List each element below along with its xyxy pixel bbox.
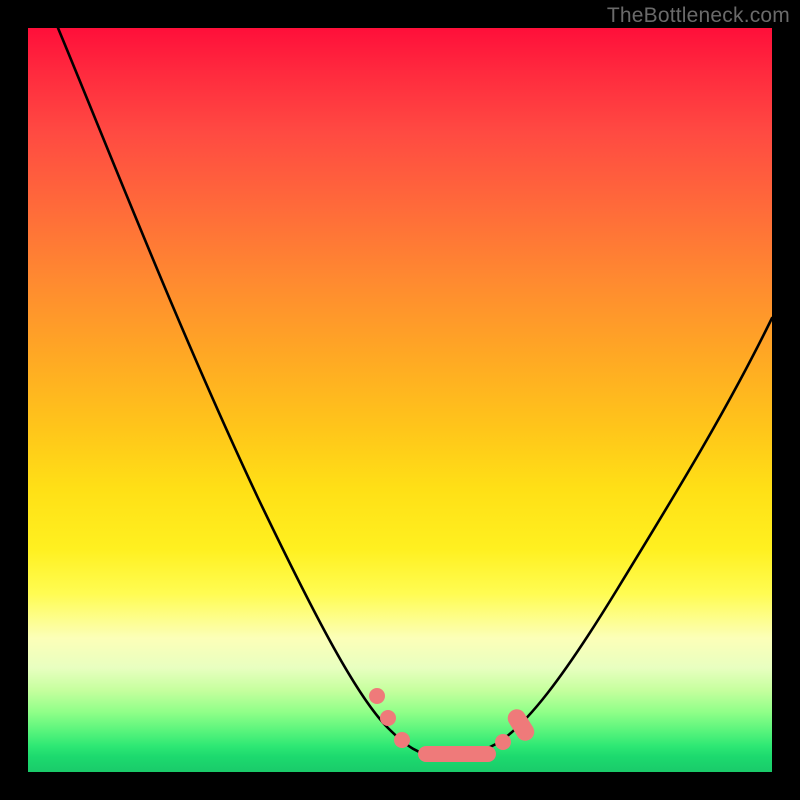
watermark-text: TheBottleneck.com [607,4,790,28]
left-upper-dot [369,688,385,704]
plot-area [28,28,772,772]
marker-group [369,688,538,762]
chart-stage: TheBottleneck.com [0,0,800,800]
left-low-dot [394,732,410,748]
left-mid-dot [380,710,396,726]
center-cluster [418,746,496,762]
right-low-dot [495,734,511,750]
curve-layer [28,28,772,772]
bottleneck-curve [58,28,772,756]
